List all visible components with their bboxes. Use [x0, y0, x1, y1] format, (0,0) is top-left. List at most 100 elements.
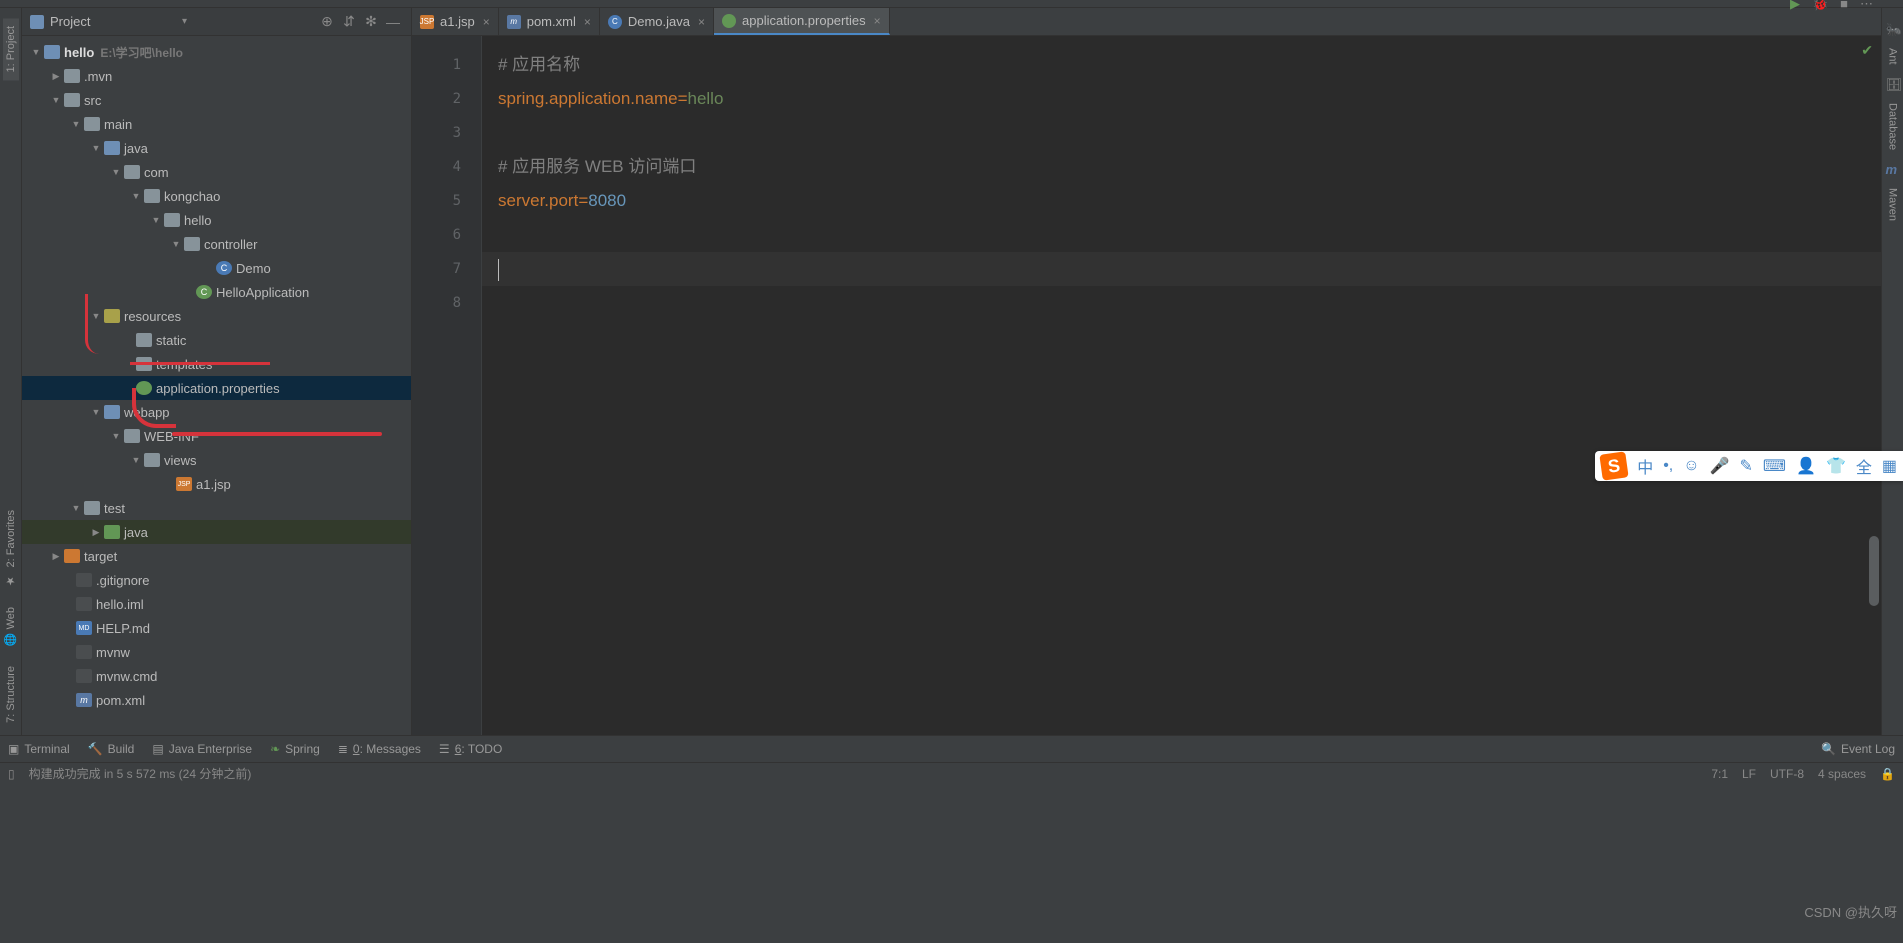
tab-a1jsp[interactable]: JSPa1.jsp×: [412, 8, 499, 35]
tree-item[interactable]: ▶CHelloApplication: [22, 280, 411, 304]
tool-build[interactable]: 🔨Build: [88, 742, 135, 756]
resources-folder-icon: [104, 309, 120, 323]
ime-toolbox-icon[interactable]: ▦: [1882, 456, 1897, 476]
ime-punct[interactable]: •,: [1663, 457, 1673, 475]
hide-button[interactable]: —: [383, 12, 403, 32]
tree-item[interactable]: ▶CDemo: [22, 256, 411, 280]
tree-root[interactable]: ▼helloE:\学习吧\hello: [22, 40, 411, 64]
close-icon[interactable]: ×: [584, 15, 591, 29]
tree-item[interactable]: ▼com: [22, 160, 411, 184]
tab-database[interactable]: Database: [1885, 95, 1901, 158]
tree-item[interactable]: ▶mvnw: [22, 640, 411, 664]
close-icon[interactable]: ×: [483, 15, 490, 29]
tree-item[interactable]: ▼views: [22, 448, 411, 472]
event-log[interactable]: 🔍Event Log: [1821, 742, 1895, 756]
tab-web[interactable]: 🌐 Web: [2, 599, 19, 654]
close-icon[interactable]: ×: [874, 14, 881, 28]
editor-body[interactable]: 12345678 # 应用名称 spring.application.name=…: [412, 36, 1881, 735]
status-icon: ▯: [8, 767, 15, 781]
ime-logo-icon[interactable]: S: [1600, 451, 1629, 480]
tab-pomxml[interactable]: mpom.xml×: [499, 8, 600, 35]
source-folder-icon: [104, 141, 120, 155]
indent-info[interactable]: 4 spaces: [1818, 767, 1866, 781]
tree-item[interactable]: ▶.mvn: [22, 64, 411, 88]
maven-icon[interactable]: m: [1886, 162, 1900, 176]
ime-handwrite-icon[interactable]: ✎: [1740, 456, 1753, 476]
scrollbar-thumb[interactable]: [1869, 536, 1879, 606]
tree-item[interactable]: ▶target: [22, 544, 411, 568]
tab-ant[interactable]: Ant: [1885, 40, 1901, 73]
file-icon: [76, 597, 92, 611]
ant-icon[interactable]: 🐜: [1886, 22, 1900, 36]
tab-favorites[interactable]: ★ 2: Favorites: [2, 502, 19, 596]
tree-item-appprops[interactable]: ▶application.properties: [22, 376, 411, 400]
ime-keyboard-icon[interactable]: ⌨: [1763, 456, 1786, 476]
terminal-icon: ▣: [8, 742, 19, 756]
collapse-button[interactable]: ⇵: [339, 12, 359, 32]
tree-item[interactable]: ▶templates: [22, 352, 411, 376]
tree-item[interactable]: ▼test: [22, 496, 411, 520]
more-icon[interactable]: ⋯: [1860, 0, 1873, 12]
tree-item[interactable]: ▼main: [22, 112, 411, 136]
tree-item[interactable]: ▼hello: [22, 208, 411, 232]
locate-button[interactable]: ⊕: [317, 12, 337, 32]
ime-skin-icon[interactable]: 👕: [1826, 456, 1846, 476]
status-bar: ▯ 构建成功完成 in 5 s 572 ms (24 分钟之前) 7:1 LF …: [0, 762, 1903, 784]
stop-icon[interactable]: ■: [1840, 0, 1848, 12]
tool-spring[interactable]: ❧Spring: [270, 742, 320, 756]
web-folder-icon: [104, 405, 120, 419]
file-encoding[interactable]: UTF-8: [1770, 767, 1804, 781]
tab-demo[interactable]: CDemo.java×: [600, 8, 714, 35]
tree-item[interactable]: ▶hello.iml: [22, 592, 411, 616]
tab-maven[interactable]: Maven: [1885, 180, 1901, 229]
database-icon[interactable]: 🗄: [1886, 77, 1900, 91]
tree-item[interactable]: ▶MDHELP.md: [22, 616, 411, 640]
ime-fullwidth[interactable]: 全: [1856, 454, 1872, 478]
tab-project[interactable]: 1: Project: [3, 18, 19, 80]
tree-item[interactable]: ▶static: [22, 328, 411, 352]
maven-icon: m: [507, 15, 521, 29]
debug-icon[interactable]: 🐞: [1812, 0, 1828, 12]
ime-toolbar[interactable]: S 中 •, ☺ 🎤 ✎ ⌨ 👤 👕 全 ▦: [1595, 451, 1903, 481]
tree-item[interactable]: ▶mvnw.cmd: [22, 664, 411, 688]
tab-appprops[interactable]: application.properties×: [714, 8, 890, 35]
balloon-icon: 🔍: [1821, 742, 1836, 756]
tree-item-resources[interactable]: ▼resources: [22, 304, 411, 328]
ime-voice-icon[interactable]: 🎤: [1710, 456, 1730, 476]
run-icon[interactable]: ▶: [1790, 0, 1800, 12]
tab-structure[interactable]: 7: Structure: [3, 658, 19, 731]
project-icon: [30, 15, 44, 29]
tree-item[interactable]: ▶JSPa1.jsp: [22, 472, 411, 496]
close-icon[interactable]: ×: [698, 15, 705, 29]
settings-button[interactable]: ✻: [361, 12, 381, 32]
file-icon: [76, 645, 92, 659]
tree-item[interactable]: ▼controller: [22, 232, 411, 256]
tree-item[interactable]: ▶java: [22, 520, 411, 544]
tool-messages[interactable]: ≣00: Messages: Messages: [338, 742, 421, 756]
lock-icon[interactable]: 🔒: [1880, 767, 1895, 781]
tree-item[interactable]: ▶mpom.xml: [22, 688, 411, 712]
folder-icon: [144, 453, 160, 467]
caret-position[interactable]: 7:1: [1711, 767, 1728, 781]
code-content[interactable]: # 应用名称 spring.application.name=hello # 应…: [482, 36, 1881, 735]
watermark: CSDN @执久呀: [1804, 902, 1897, 921]
spring-leaf-icon: ❧: [270, 742, 280, 756]
line-ending[interactable]: LF: [1742, 767, 1756, 781]
ime-user-icon[interactable]: 👤: [1796, 456, 1816, 476]
tree-item[interactable]: ▼WEB-INF: [22, 424, 411, 448]
tool-javaee[interactable]: ▤Java Enterprise: [152, 742, 252, 756]
ime-emoji-icon[interactable]: ☺: [1683, 457, 1699, 475]
ime-lang[interactable]: 中: [1637, 454, 1653, 478]
tree-item[interactable]: ▼java: [22, 136, 411, 160]
right-tool-strip: 🐜 Ant 🗄 Database m Maven: [1881, 8, 1903, 735]
tree-item[interactable]: ▶.gitignore: [22, 568, 411, 592]
tree-item[interactable]: ▼webapp: [22, 400, 411, 424]
tree-item[interactable]: ▼kongchao: [22, 184, 411, 208]
dropdown-arrow-icon[interactable]: ▾: [182, 16, 187, 27]
md-icon: MD: [76, 621, 92, 635]
project-tree[interactable]: ▼helloE:\学习吧\hello ▶.mvn ▼src ▼main ▼jav…: [22, 36, 411, 735]
tree-item[interactable]: ▼src: [22, 88, 411, 112]
tool-todo[interactable]: ☰6: TODO: [439, 742, 502, 756]
tool-terminal[interactable]: ▣Terminal: [8, 742, 70, 756]
line-gutter: 12345678: [412, 36, 482, 735]
